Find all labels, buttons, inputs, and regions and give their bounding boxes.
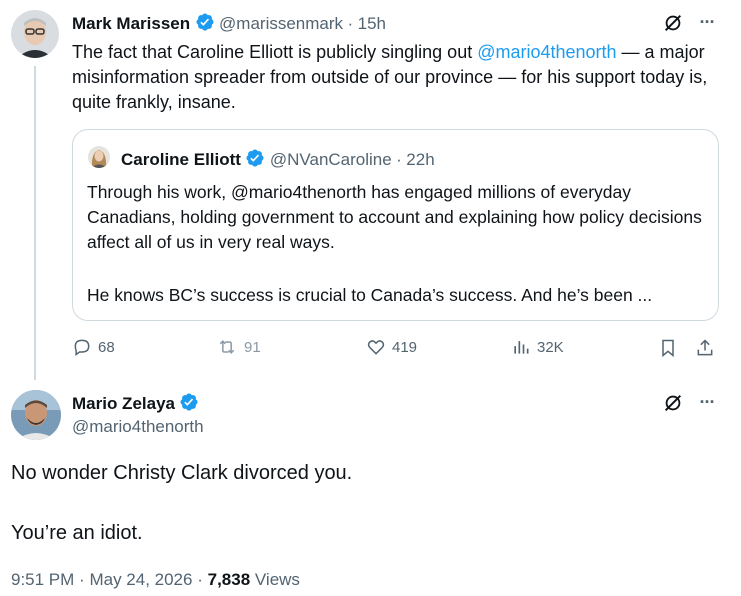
thread-connector-line — [34, 66, 36, 380]
tweet2-line-1: No wonder Christy Clark divorced you. — [11, 462, 353, 484]
analytics-icon — [511, 337, 531, 357]
tweet2-header: Mario Zelaya — [72, 392, 199, 417]
share-icon[interactable] — [694, 337, 716, 359]
reply-icon — [72, 337, 92, 357]
tweet2-line-2: You’re an idiot. — [11, 522, 143, 544]
heart-icon — [366, 337, 386, 357]
separator-dot: · — [396, 150, 402, 169]
grok-icon[interactable] — [661, 11, 685, 35]
tweet2-time[interactable]: 9:51 PM — [11, 570, 74, 589]
tweet1-text-before: The fact that Caroline Elliott is public… — [72, 42, 478, 62]
quote-timestamp: 22h — [406, 150, 435, 169]
tweet1-timestamp[interactable]: 15h — [358, 14, 386, 33]
repost-button[interactable]: 91 — [216, 337, 261, 357]
tweet1-author-name[interactable]: Mark Marissen — [72, 14, 190, 33]
separator-dot: · — [79, 570, 85, 589]
tweet1-header: Mark Marissen @marissenmark · 15h — [72, 12, 386, 37]
quote-paragraph-1: Through his work, @mario4thenorth has en… — [87, 182, 702, 252]
verified-badge-icon — [195, 12, 215, 37]
bookmark-icon[interactable] — [657, 337, 679, 359]
more-options-icon[interactable]: ··· — [694, 390, 720, 414]
grok-icon[interactable] — [661, 391, 685, 415]
verified-badge-icon — [245, 148, 265, 173]
quote-author-name: Caroline Elliott — [121, 150, 241, 169]
quote-header: Caroline Elliott @NVanCaroline · 22h — [121, 148, 435, 173]
separator-dot: · — [347, 14, 354, 33]
tweet2-date[interactable]: May 24, 2026 — [89, 570, 192, 589]
tweet2-views-count: 7,838 — [207, 570, 251, 589]
like-count: 419 — [392, 338, 418, 356]
tweet2-author-name[interactable]: Mario Zelaya — [72, 394, 175, 413]
mention-link[interactable]: @mario4thenorth — [477, 42, 616, 62]
avatar-caroline-elliott — [88, 146, 110, 168]
quoted-tweet-card[interactable]: Caroline Elliott @NVanCaroline · 22h Thr… — [72, 129, 719, 321]
tweet2-meta: 9:51 PM · May 24, 2026 · 7,838 Views — [11, 570, 300, 590]
views-count: 32K — [537, 338, 564, 356]
avatar-mark-marissen[interactable] — [11, 10, 59, 58]
quote-paragraph-2: He knows BC’s success is crucial to Cana… — [87, 285, 653, 305]
tweet2-views-label: Views — [254, 570, 300, 589]
tweet1-body: The fact that Caroline Elliott is public… — [72, 40, 722, 115]
tweet2-handle[interactable]: @mario4thenorth — [72, 417, 204, 437]
more-options-icon[interactable]: ··· — [694, 10, 720, 34]
reply-count: 68 — [98, 338, 115, 356]
repost-count: 91 — [244, 338, 261, 356]
like-button[interactable]: 419 — [366, 337, 417, 357]
repost-icon — [216, 337, 238, 357]
avatar-mario-zelaya[interactable] — [11, 390, 61, 440]
views-button[interactable]: 32K — [511, 337, 564, 357]
separator-dot: · — [197, 570, 203, 589]
tweet1-handle[interactable]: @marissenmark — [219, 14, 343, 33]
quote-handle: @NVanCaroline — [269, 150, 392, 169]
reply-button[interactable]: 68 — [72, 337, 115, 357]
verified-badge-icon — [179, 392, 199, 417]
